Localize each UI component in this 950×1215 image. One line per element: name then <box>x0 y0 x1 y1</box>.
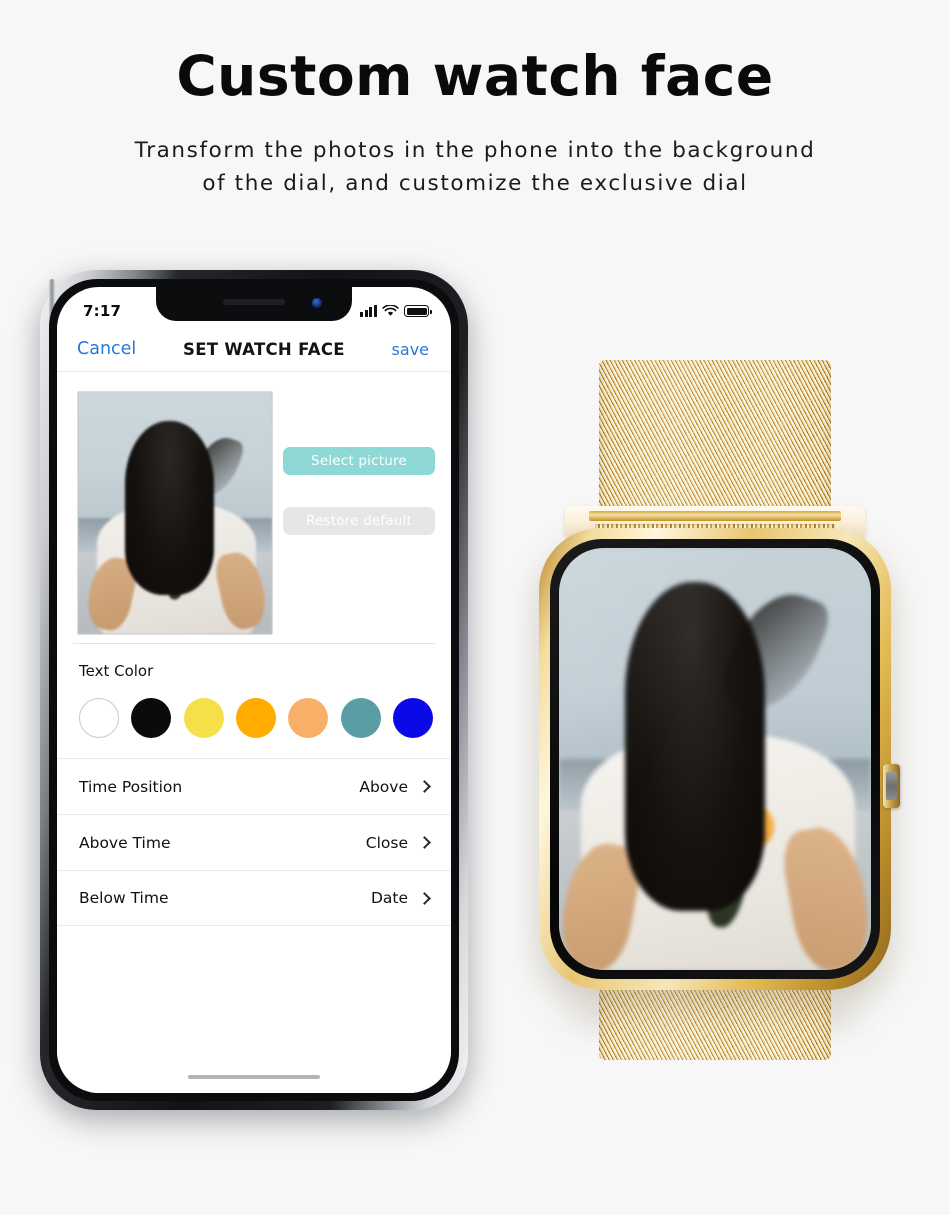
chevron-right-icon <box>418 836 431 849</box>
phone-mockup: 7:17 Cancel SET WATCH FACE save Select p… <box>26 262 486 1122</box>
row-right: Above <box>359 777 431 796</box>
battery-full-icon <box>404 305 432 317</box>
row-value: Close <box>365 833 408 852</box>
screen-title: SET WATCH FACE <box>183 339 345 359</box>
row-below-time[interactable]: Below Time Date <box>57 870 451 926</box>
row-label: Time Position <box>79 777 183 796</box>
select-picture-button[interactable]: Select picture <box>283 447 435 475</box>
row-right: Date <box>370 889 431 907</box>
settings-content: Select picture Restore default Text Colo… <box>57 373 451 1093</box>
earpiece-speaker-icon <box>223 299 285 305</box>
watch-face-photo-preview[interactable] <box>77 391 273 635</box>
phone-body: 7:17 Cancel SET WATCH FACE save Select p… <box>40 270 468 1110</box>
restore-default-button[interactable]: Restore default <box>283 507 435 535</box>
lug-bar <box>589 511 841 521</box>
row-label: Below Time <box>79 889 169 907</box>
row-value: Above <box>359 777 408 796</box>
page-subtitle: Transform the photos in the phone into t… <box>0 134 950 201</box>
page-title: Custom watch face <box>176 44 774 108</box>
cellular-bars-icon <box>360 305 377 317</box>
text-color-swatch-list <box>57 680 451 758</box>
watch-crown-button[interactable] <box>883 764 900 808</box>
hero-header: Custom watch face Transform the photos i… <box>0 0 950 200</box>
color-swatch-teal[interactable] <box>340 698 381 738</box>
watch-bezel <box>550 539 880 979</box>
watch-case <box>539 528 900 990</box>
color-swatch-yellow[interactable] <box>183 698 224 738</box>
color-swatch-blue[interactable] <box>392 698 433 738</box>
cancel-button[interactable]: Cancel <box>77 339 136 359</box>
home-indicator[interactable] <box>188 1074 320 1079</box>
row-time-position[interactable]: Time Position Above <box>57 758 451 814</box>
row-above-time[interactable]: Above Time Close <box>57 814 451 870</box>
preview-actions: Select picture Restore default <box>283 447 435 535</box>
settings-row-list: Time Position Above Above Time Close Bel… <box>57 758 451 926</box>
wifi-icon <box>382 305 399 316</box>
navigation-bar: Cancel SET WATCH FACE save <box>57 327 451 372</box>
row-value: Date <box>370 889 408 907</box>
row-label: Above Time <box>79 833 171 852</box>
subtitle-line-2: of the dial, and customize the exclusive… <box>202 170 748 196</box>
save-button[interactable]: save <box>392 340 429 359</box>
color-swatch-peach[interactable] <box>288 698 329 738</box>
color-swatch-white[interactable] <box>79 698 119 738</box>
smartwatch-mockup <box>505 360 925 1060</box>
watch-face-photo-image <box>559 548 871 970</box>
watch-screen[interactable] <box>559 548 871 970</box>
watch-band-top <box>599 360 831 520</box>
chevron-right-icon <box>418 780 431 793</box>
status-bar-time: 7:17 <box>83 302 122 320</box>
color-swatch-orange[interactable] <box>235 698 276 738</box>
text-color-label: Text Color <box>79 662 154 680</box>
color-swatch-black[interactable] <box>131 698 172 738</box>
row-right: Close <box>365 833 431 852</box>
subtitle-line-1: Transform the photos in the phone into t… <box>134 137 816 163</box>
phone-notch <box>156 287 352 321</box>
front-camera-icon <box>312 298 322 308</box>
status-bar-indicators <box>360 305 432 317</box>
chevron-right-icon <box>418 891 431 905</box>
preview-section: Select picture Restore default <box>57 373 451 643</box>
preview-photo-image <box>78 392 272 634</box>
phone-screen: 7:17 Cancel SET WATCH FACE save Select p… <box>57 287 451 1093</box>
phone-bezel: 7:17 Cancel SET WATCH FACE save Select p… <box>49 279 459 1101</box>
